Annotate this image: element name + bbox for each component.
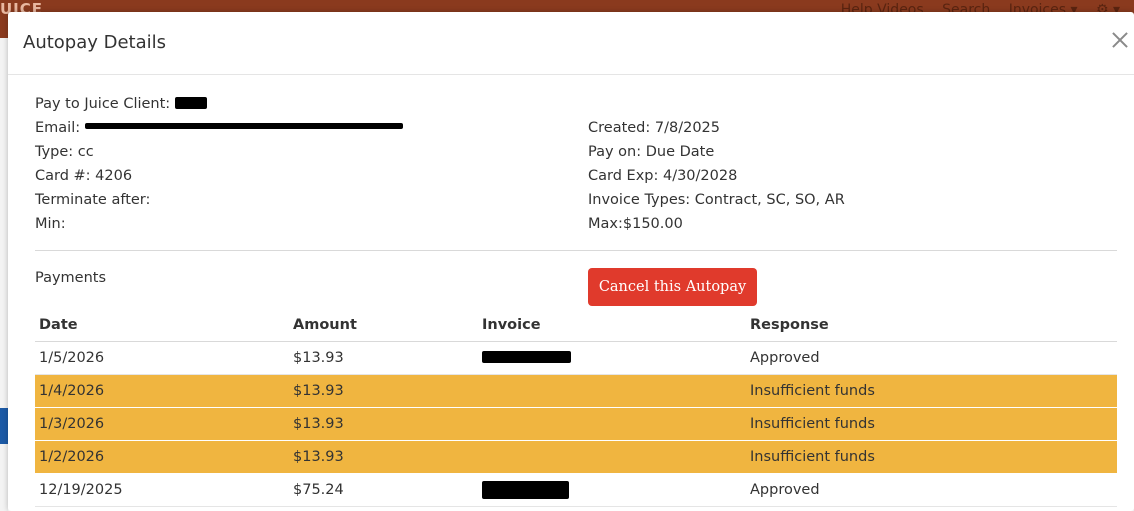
cell-response: Approved	[746, 341, 1117, 375]
cell-response: Insufficient funds	[746, 440, 1117, 474]
cell-date: 1/2/2026	[35, 440, 289, 474]
pay-on-row: Pay on: Due Date	[588, 144, 715, 160]
cell-amount: $13.93	[289, 440, 478, 474]
pay-to-client: Pay to Juice Client:	[35, 92, 555, 116]
table-row: 1/2/2026 $13.93 Insufficient funds	[35, 440, 1117, 474]
cell-amount: $75.24	[289, 473, 478, 507]
cell-amount: $13.93	[289, 341, 478, 375]
cell-invoice	[478, 440, 746, 474]
autopay-info-right: Created: 7/8/2025 Pay on: Due Date Card …	[588, 92, 1108, 236]
app-sidebar	[0, 38, 8, 511]
cell-invoice	[478, 374, 746, 408]
modal-title: Autopay Details	[23, 32, 167, 53]
card-number-row: Card #: 4206	[35, 168, 133, 184]
type-row: Type: cc	[35, 144, 94, 160]
col-response: Response	[746, 310, 1117, 342]
table-row: 1/3/2026 $13.93 Insufficient funds	[35, 407, 1117, 441]
invoice-types-row: Invoice Types: Contract, SC, SO, AR	[588, 192, 845, 208]
cell-date: 12/19/2025	[35, 473, 289, 507]
cell-response: Approved	[746, 473, 1117, 507]
table-row: 1/4/2026 $13.93 Insufficient funds	[35, 374, 1117, 408]
cell-invoice[interactable]	[478, 341, 746, 375]
sidebar-active-item	[0, 408, 8, 444]
cancel-autopay-button[interactable]: Cancel this Autopay	[588, 268, 757, 306]
spacer-row	[588, 92, 1108, 116]
redacted-invoice	[482, 350, 571, 363]
cell-invoice[interactable]	[478, 473, 746, 507]
col-invoice: Invoice	[478, 310, 746, 342]
max-row: Max:$150.00	[588, 216, 683, 232]
autopay-info-left: Pay to Juice Client: Email: Type: cc Car…	[35, 92, 555, 236]
modal-header: Autopay Details	[8, 12, 1134, 75]
cell-invoice	[478, 407, 746, 441]
min-row: Min:	[35, 216, 66, 232]
table-row: 12/19/2025 $75.24 Approved	[35, 473, 1117, 507]
col-date: Date	[35, 310, 289, 342]
close-icon[interactable]	[1108, 28, 1132, 52]
payments-table: Date Amount Invoice Response 1/5/2026 $1…	[35, 310, 1117, 507]
cell-date: 1/5/2026	[35, 341, 289, 375]
redacted-email	[84, 123, 403, 129]
created-row: Created: 7/8/2025	[588, 120, 721, 136]
cell-response: Insufficient funds	[746, 407, 1117, 441]
cell-response: Insufficient funds	[746, 374, 1117, 408]
col-amount: Amount	[289, 310, 478, 342]
cell-date: 1/3/2026	[35, 407, 289, 441]
cell-amount: $13.93	[289, 374, 478, 408]
payments-heading: Payments	[35, 270, 107, 286]
terminate-after-row: Terminate after:	[35, 192, 151, 208]
cell-amount: $13.93	[289, 407, 478, 441]
email-row: Email:	[35, 116, 555, 140]
table-header-row: Date Amount Invoice Response	[35, 310, 1117, 342]
redacted-invoice	[482, 480, 569, 499]
redacted-client	[174, 97, 207, 109]
section-divider	[35, 250, 1117, 251]
autopay-details-modal: Autopay Details Pay to Juice Client: Ema…	[8, 12, 1134, 511]
card-exp-row: Card Exp: 4/30/2028	[588, 168, 738, 184]
table-row: 1/5/2026 $13.93 Approved	[35, 341, 1117, 375]
cell-date: 1/4/2026	[35, 374, 289, 408]
